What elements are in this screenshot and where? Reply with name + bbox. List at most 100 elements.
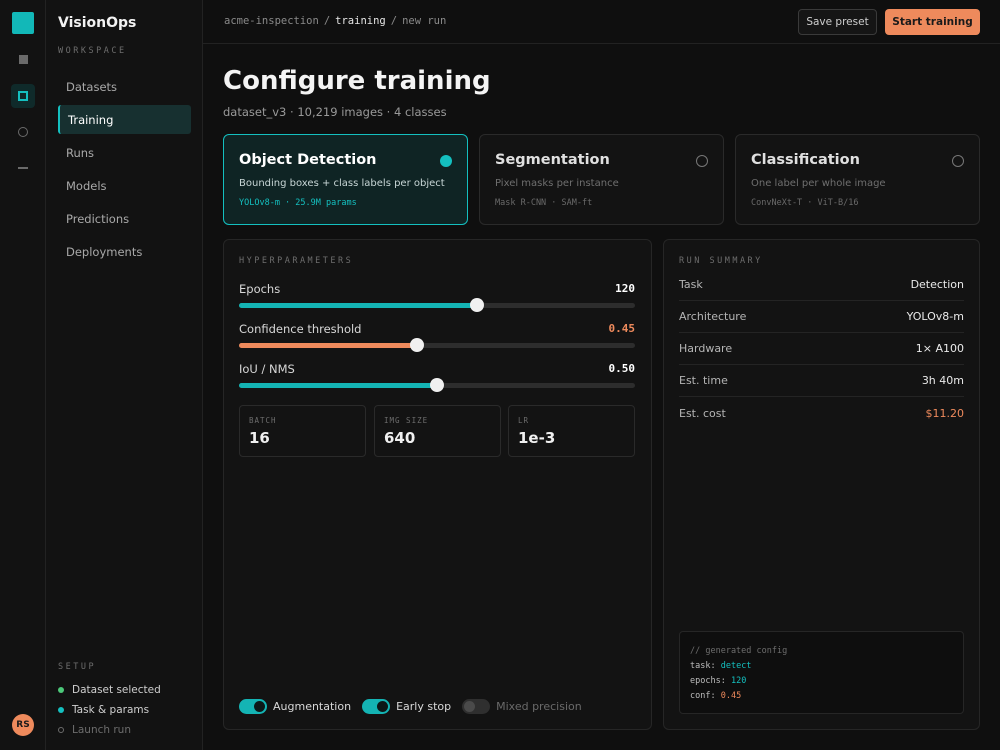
square-outline-icon	[18, 91, 28, 101]
toggle-label: Mixed precision	[496, 700, 582, 713]
task-models: ConvNeXt-T · ViT-B/16	[751, 198, 859, 208]
hyperparameters-label: HYPERPARAMETERS	[239, 256, 354, 266]
slider-label: Epochs	[239, 282, 281, 296]
slider-thumb[interactable]	[430, 378, 444, 392]
summary-key: Est. time	[679, 374, 728, 387]
field-value: 640	[384, 429, 416, 447]
mixed-precision-toggle[interactable]: Mixed precision	[462, 699, 582, 714]
slider-fill	[239, 303, 477, 308]
setup-step-launch: Launch run	[58, 720, 161, 740]
breadcrumb-item-current: new run	[402, 15, 447, 27]
breadcrumb-item-project[interactable]: acme-inspection	[224, 15, 319, 27]
toggle-switch[interactable]	[239, 699, 267, 714]
sidebar-item-training[interactable]: Training	[58, 105, 191, 134]
app-logo-icon[interactable]	[12, 12, 34, 34]
task-card-detection[interactable]: Object Detection Bounding boxes + class …	[223, 134, 468, 225]
sidebar-item-predictions[interactable]: Predictions	[58, 204, 191, 233]
page-subtitle: dataset_v3 · 10,219 images · 4 classes	[223, 105, 447, 119]
circle-icon	[18, 127, 28, 137]
task-title: Segmentation	[495, 152, 610, 168]
dash-icon	[18, 167, 28, 169]
radio-selected-icon[interactable]	[440, 155, 452, 167]
summary-value: Detection	[910, 278, 964, 291]
summary-value: 1× A100	[915, 342, 964, 355]
summary-row-est-time: Est. time 3h 40m	[679, 365, 964, 397]
setup-step-label: Launch run	[72, 724, 131, 736]
img-size-field[interactable]: IMG SIZE 640	[374, 405, 501, 457]
breadcrumb-item-training[interactable]: training	[335, 15, 386, 27]
radio-icon[interactable]	[696, 155, 708, 167]
task-title: Classification	[751, 152, 860, 168]
summary-value: $11.20	[925, 406, 965, 420]
breadcrumb: acme-inspection / training / new run	[224, 15, 447, 27]
task-description: One label per whole image	[751, 178, 886, 189]
field-label: IMG SIZE	[384, 416, 429, 425]
generated-config-code: // generated config task: detect epochs:…	[679, 631, 964, 714]
slider-value: 0.50	[608, 362, 636, 375]
task-card-classification[interactable]: Classification One label per whole image…	[735, 134, 980, 225]
code-line: conf: 0.45	[690, 691, 742, 701]
summary-key: Architecture	[679, 310, 747, 323]
save-preset-button[interactable]: Save preset	[798, 9, 877, 35]
rail-button-1[interactable]	[11, 47, 35, 71]
toggle-switch[interactable]	[362, 699, 391, 714]
slider-fill	[239, 343, 418, 348]
setup-step-dataset: Dataset selected	[58, 680, 161, 700]
workspace-label: WORKSPACE	[58, 46, 127, 56]
sidebar: VisionOps WORKSPACE Datasets Training Ru…	[46, 0, 203, 750]
code-comment: // generated config	[690, 646, 788, 656]
sidebar-item-datasets[interactable]: Datasets	[58, 72, 191, 101]
toggle-label: Early stop	[396, 700, 452, 713]
task-title: Object Detection	[239, 152, 377, 168]
summary-value: 3h 40m	[921, 374, 964, 387]
slider-thumb[interactable]	[469, 298, 484, 312]
field-label: LR	[518, 416, 530, 425]
slider-label: Confidence threshold	[239, 322, 362, 336]
sidebar-item-deployments[interactable]: Deployments	[58, 237, 191, 266]
sidebar-nav: Datasets Training Runs Models Prediction…	[58, 72, 191, 270]
batch-field[interactable]: BATCH 16	[239, 405, 366, 457]
square-icon	[18, 54, 28, 64]
page-title: Configure training	[223, 66, 491, 96]
early-stop-toggle[interactable]: Early stop	[362, 699, 451, 714]
task-card-segmentation[interactable]: Segmentation Pixel masks per instance Ma…	[479, 134, 724, 225]
radio-icon[interactable]	[952, 155, 964, 167]
rail-button-4[interactable]	[11, 156, 35, 180]
rail-button-3[interactable]	[11, 120, 35, 144]
brand-name: VisionOps	[58, 15, 137, 31]
augmentation-toggle[interactable]: Augmentation	[239, 699, 351, 714]
slider-label: IoU / NMS	[239, 362, 295, 376]
icon-rail: RS	[0, 0, 46, 750]
summary-row-est-cost: Est. cost $11.20	[679, 397, 964, 429]
task-models: YOLOv8-m · 25.9M params	[239, 198, 357, 208]
topbar: acme-inspection / training / new run Save pr…	[203, 0, 1000, 44]
setup-step-label: Dataset selected	[72, 684, 161, 696]
field-label: BATCH	[249, 416, 277, 425]
rail-button-2[interactable]	[11, 84, 35, 108]
slider-thumb[interactable]	[410, 338, 425, 352]
slider-track[interactable]	[239, 338, 635, 352]
task-models: Mask R-CNN · SAM-ft	[495, 198, 593, 208]
summary-value: YOLOv8-m	[906, 310, 964, 323]
code-line: task: detect	[690, 661, 752, 671]
code-line: epochs: 120	[690, 676, 747, 686]
run-summary-label: RUN SUMMARY	[679, 256, 763, 266]
summary-key: Est. cost	[679, 406, 726, 420]
summary-row-hardware: Hardware 1× A100	[679, 333, 964, 365]
task-description: Bounding boxes + class labels per object	[239, 178, 445, 189]
start-training-button[interactable]: Start training	[885, 9, 980, 35]
slider-track[interactable]	[239, 298, 635, 312]
lr-field[interactable]: LR 1e-3	[508, 405, 635, 457]
setup-step-label: Task & params	[72, 704, 150, 716]
summary-row-task: Task Detection	[679, 269, 964, 301]
toggle-switch[interactable]	[462, 699, 491, 714]
hyperparameters-panel: HYPERPARAMETERS Epochs 120 Confidence th…	[223, 239, 652, 730]
field-value: 16	[249, 429, 270, 447]
toggle-row: Augmentation Early stop Mixed precision	[239, 699, 593, 714]
step-done-icon	[58, 687, 64, 693]
sidebar-item-models[interactable]: Models	[58, 171, 191, 200]
toggle-label: Augmentation	[273, 700, 352, 713]
avatar[interactable]: RS	[12, 714, 34, 736]
sidebar-item-runs[interactable]: Runs	[58, 138, 191, 167]
slider-track[interactable]	[239, 378, 635, 392]
